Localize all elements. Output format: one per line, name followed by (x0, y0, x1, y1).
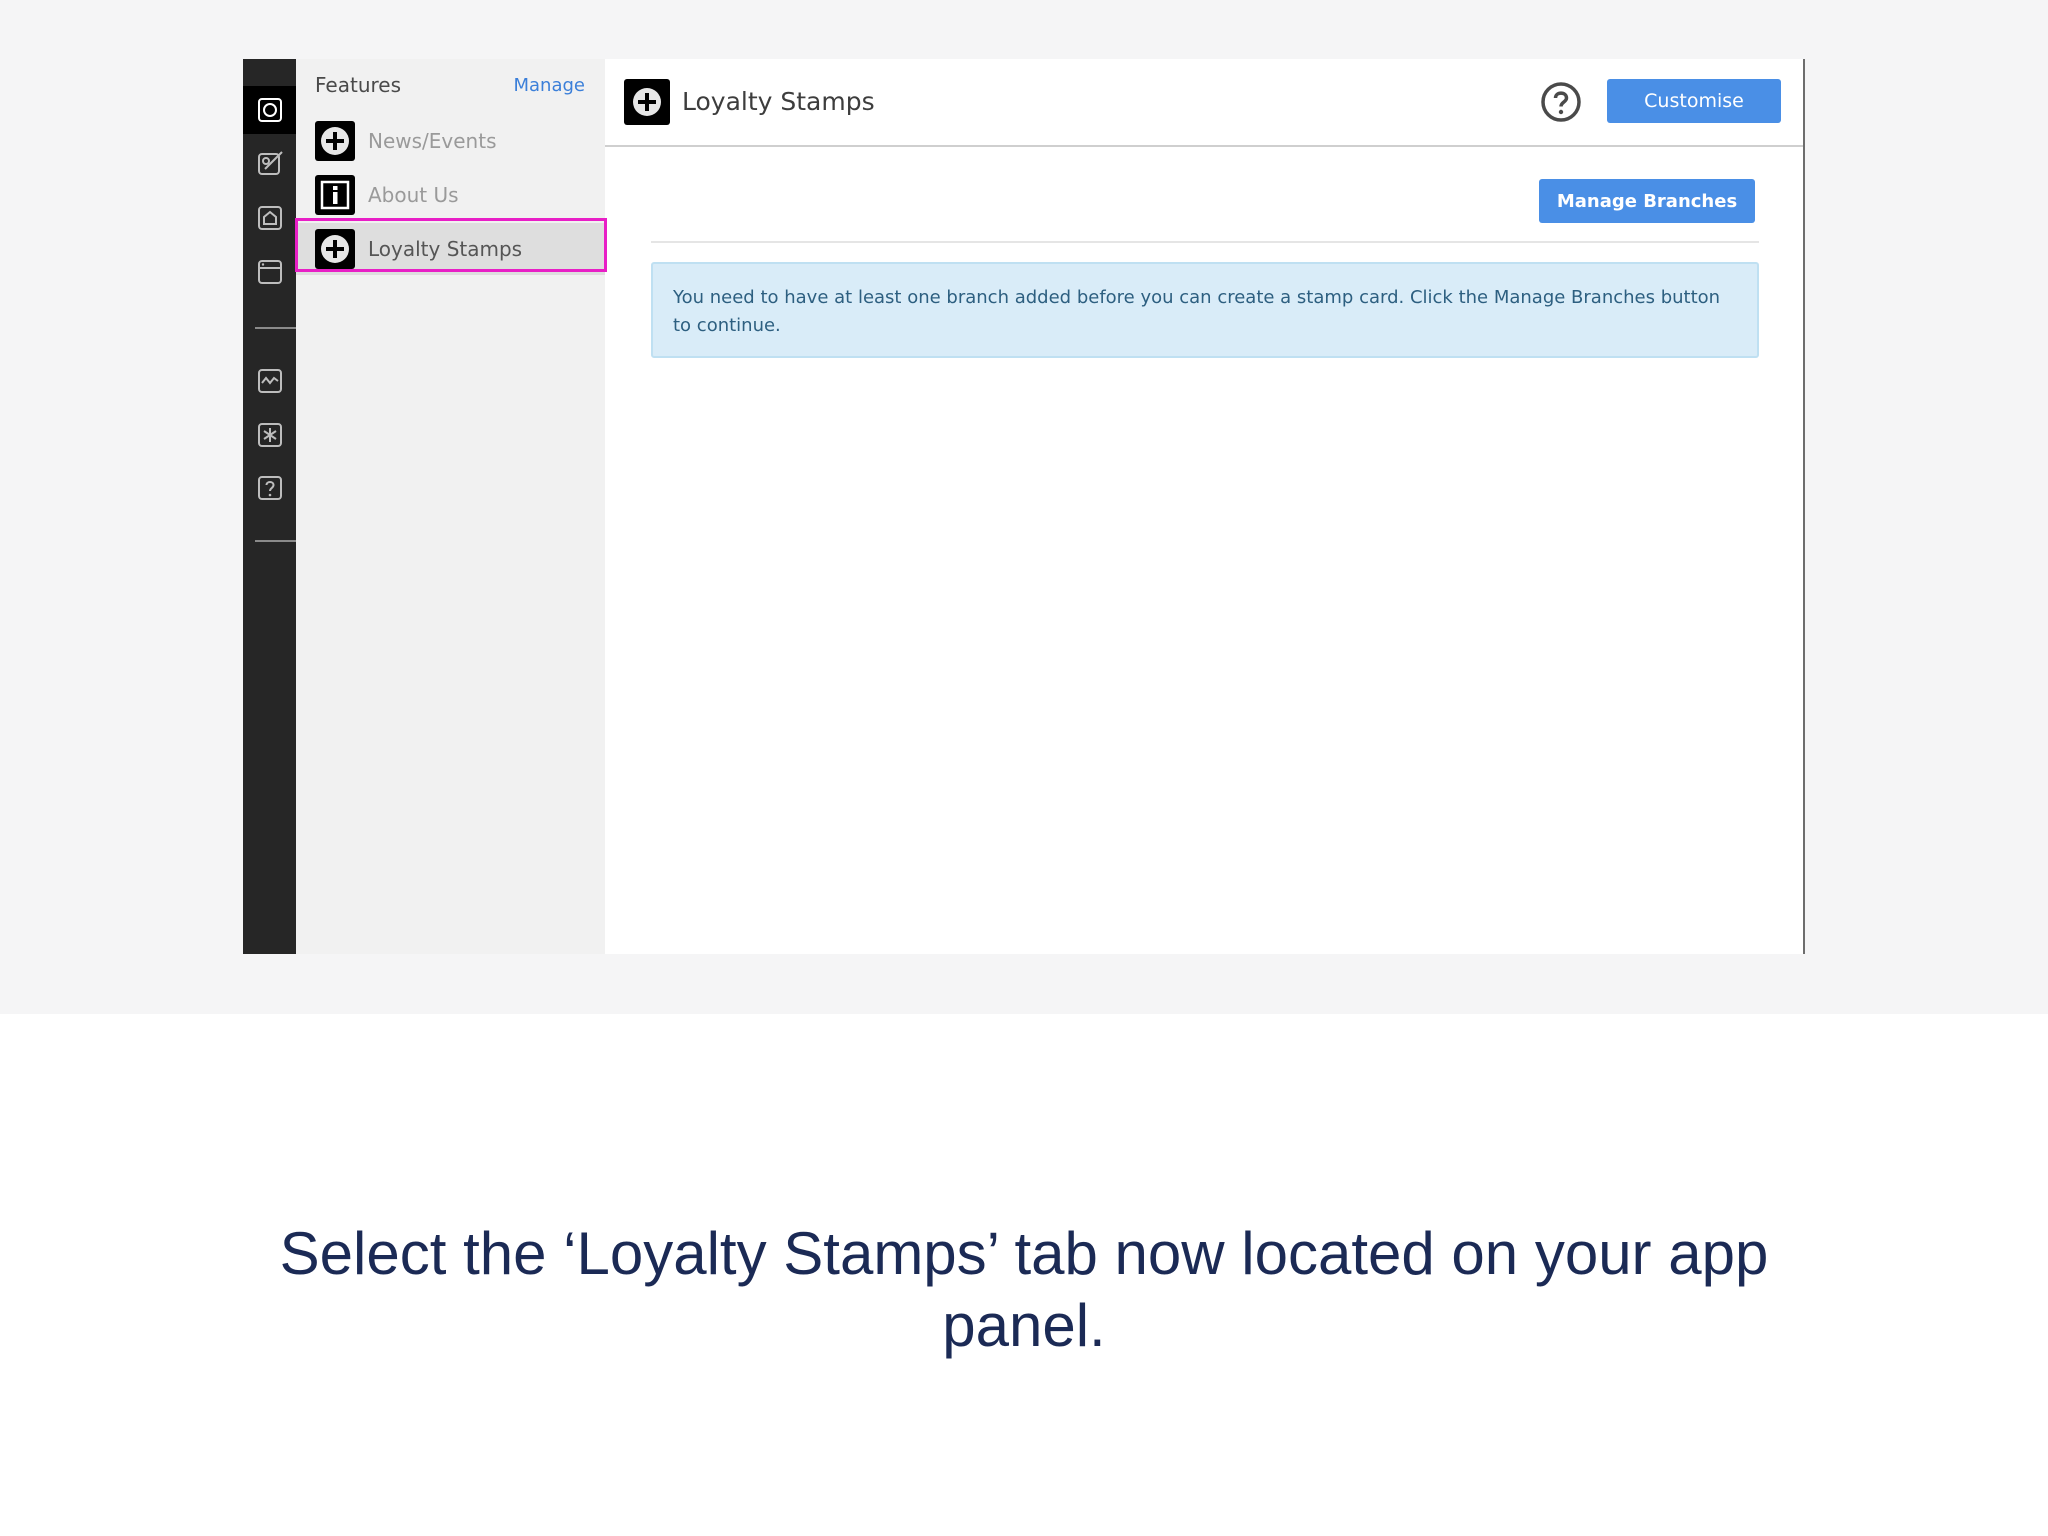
instruction-caption: Select the ‘Loyalty Stamps’ tab now loca… (279, 1220, 1769, 1359)
help-button[interactable] (1540, 81, 1582, 123)
plus-circle-icon (624, 79, 670, 125)
feature-item-news-events[interactable]: News/Events (296, 115, 605, 167)
window-icon (257, 260, 282, 284)
feature-item-label: About Us (368, 183, 459, 207)
feature-item-label: News/Events (368, 129, 497, 153)
question-circle-icon (1541, 82, 1581, 122)
main-header: Loyalty Stamps Customise (605, 59, 1803, 147)
home-icon (257, 206, 282, 230)
features-panel: Features Manage News/Events About Us Loy… (296, 59, 605, 954)
app-window: Features Manage News/Events About Us Loy… (243, 59, 1805, 954)
selection-highlight (295, 218, 607, 272)
rail-item-analytics[interactable] (243, 357, 296, 405)
rail-item-settings[interactable] (243, 411, 296, 459)
help-icon (257, 476, 282, 500)
asterisk-icon (257, 423, 282, 447)
customise-button[interactable]: Customise (1607, 79, 1781, 123)
features-header: Features Manage (296, 59, 605, 115)
manage-link[interactable]: Manage (514, 75, 586, 96)
rail-item-help[interactable] (243, 464, 296, 512)
rail-item-home[interactable] (243, 194, 296, 242)
info-icon (315, 175, 355, 215)
info-alert: You need to have at least one branch add… (651, 262, 1759, 358)
rail-item-design[interactable] (243, 139, 296, 187)
feature-item-about-us[interactable]: About Us (296, 169, 605, 221)
features-title: Features (315, 73, 401, 97)
main-content: Loyalty Stamps Customise Manage Branches… (605, 59, 1805, 954)
analytics-icon (257, 369, 282, 393)
content-divider (651, 241, 1759, 243)
manage-branches-button[interactable]: Manage Branches (1539, 179, 1755, 223)
square-circle-icon (257, 98, 282, 122)
rail-item-window[interactable] (243, 248, 296, 296)
rail-divider (255, 540, 296, 542)
brush-icon (257, 151, 283, 175)
icon-rail (243, 59, 296, 954)
rail-divider (255, 327, 296, 329)
rail-item-app[interactable] (243, 86, 296, 134)
page-title: Loyalty Stamps (682, 87, 875, 116)
plus-circle-icon (315, 121, 355, 161)
